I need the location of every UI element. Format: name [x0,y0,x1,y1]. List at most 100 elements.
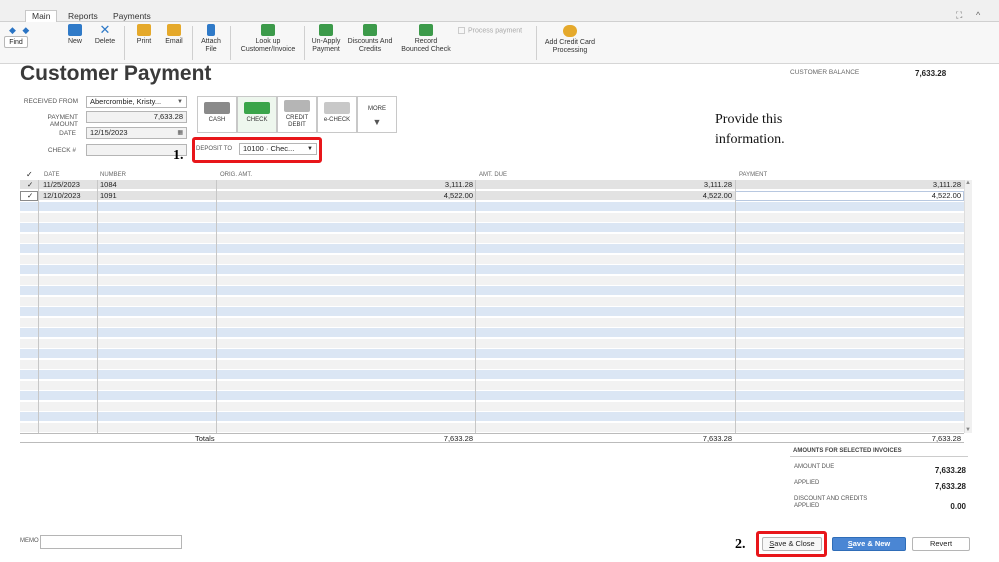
memo-field[interactable] [40,535,182,549]
check-number-field[interactable] [86,144,187,156]
tab-bar: Main Reports Payments ⛶ ^ [0,0,999,22]
new-icon [68,24,82,36]
delete-x-icon: ✕ [99,22,111,37]
tab-reports[interactable]: Reports [62,11,104,22]
empty-table-row[interactable] [20,254,964,265]
empty-table-row[interactable] [20,391,964,401]
payment-method-credit-debit[interactable]: CREDIT DEBIT [277,96,317,133]
highlight-box-save-close [756,531,827,557]
process-payment-checkbox[interactable]: Process payment [458,27,522,34]
echeck-icon [324,102,350,114]
maximize-icon[interactable]: ⛶ [956,10,962,21]
applied-value: 7,633.28 [934,482,966,491]
tab-payments[interactable]: Payments [107,11,157,22]
annotation-number-1: 1. [173,148,184,163]
table-row[interactable]: ✓ 11/25/2023 1084 3,111.28 3,111.28 3,11… [20,180,964,190]
lookup-customer-invoice-button[interactable]: Look up Customer/Invoice [236,24,300,54]
unapply-icon [319,24,333,36]
printer-icon [137,24,151,36]
total-orig-amt: 7,633.28 [443,434,473,443]
chevron-down-icon: ▼ [177,99,183,105]
annotation-note: Provide this information. [715,112,785,147]
applied-label: APPLIED [794,480,820,486]
amount-due-value: 7,633.28 [934,466,966,475]
cash-icon [204,102,230,114]
toolbar-ribbon: ◆ ◆ Find New ✕ Delete Print Email Attach… [0,22,999,64]
amount-due-label: AMOUNT DUE [794,464,835,470]
payment-method-more[interactable]: MORE ▼ [357,96,397,133]
collapse-ribbon-icon[interactable]: ^ [976,10,980,20]
received-from-label: RECEIVED FROM [23,98,78,105]
empty-table-row[interactable] [20,286,964,296]
scroll-up-icon[interactable]: ▲ [965,180,971,186]
empty-table-row[interactable] [20,401,964,412]
empty-table-row[interactable] [20,307,964,317]
payment-method-echeck[interactable]: e-CHECK [317,96,357,133]
empty-table-row[interactable] [20,338,964,349]
payment-method-check[interactable]: CHECK [237,96,277,133]
empty-table-row[interactable] [20,349,964,359]
empty-table-row[interactable] [20,412,964,422]
payment-amount-field[interactable]: 7,633.28 [86,111,187,123]
delete-button[interactable]: ✕ Delete [92,22,118,46]
memo-label: MEMO [20,538,39,544]
discounts-credits-button[interactable]: Discounts And Credits [345,24,395,54]
empty-table-row[interactable] [20,422,964,433]
empty-table-row[interactable] [20,359,964,370]
empty-table-row[interactable] [20,202,964,212]
empty-table-row[interactable] [20,244,964,254]
date-field[interactable]: 12/15/2023 ▦ [86,127,187,139]
scroll-down-icon[interactable]: ▼ [965,427,971,433]
table-row[interactable]: ✓ 12/10/2023 1091 4,522.00 4,522.00 4,52… [20,191,964,201]
print-button[interactable]: Print [133,24,155,46]
add-credit-card-processing-button[interactable]: Add Credit Card Processing [540,25,600,55]
empty-table-row[interactable] [20,380,964,391]
check-icon [244,102,270,114]
record-bounced-check-button[interactable]: Record Bounced Check [398,24,454,54]
prev-next-arrows-icon[interactable]: ◆ ◆ [9,25,31,36]
date-label: DATE [59,130,76,137]
summary-title: AMOUNTS FOR SELECTED INVOICES [793,448,902,454]
empty-table-row[interactable] [20,265,964,275]
totals-row: Totals 7,633.28 7,633.28 7,633.28 [20,433,964,443]
discount-credits-value: 0.00 [950,502,966,511]
highlight-box-deposit [192,137,322,163]
discounts-icon [363,24,377,36]
paperclip-icon [207,24,215,36]
payment-method-cash[interactable]: CASH [197,96,237,133]
invoice-table: ✓ DATE NUMBER ORIG. AMT. AMT. DUE PAYMEN… [20,170,964,433]
table-header: ✓ DATE NUMBER ORIG. AMT. AMT. DUE PAYMEN… [26,170,768,179]
total-amt-due: 7,633.28 [702,434,732,443]
totals-label: Totals [195,434,215,443]
customer-balance-value: 7,633.28 [915,69,947,78]
find-button[interactable]: Find [4,36,28,48]
unapply-payment-button[interactable]: Un-Apply Payment [308,24,344,54]
email-icon [167,24,181,36]
empty-table-row[interactable] [20,370,964,380]
payment-amount-label: PAYMENT AMOUNT [47,114,78,128]
revert-button[interactable]: Revert [912,537,970,551]
total-payment: 7,633.28 [931,434,961,443]
empty-table-row[interactable] [20,212,964,223]
empty-table-row[interactable] [20,233,964,244]
empty-table-row[interactable] [20,223,964,233]
email-button[interactable]: Email [162,24,186,46]
bounced-check-icon [419,24,433,36]
empty-table-row[interactable] [20,317,964,328]
tab-main[interactable]: Main [25,10,58,22]
received-from-select[interactable]: Abercrombie, Kristy... ▼ [86,96,187,108]
page-title: Customer Payment [20,62,212,85]
annotation-number-2: 2. [735,537,746,552]
customer-balance-label: CUSTOMER BALANCE [790,69,860,76]
check-number-label: CHECK # [47,147,76,154]
calendar-icon[interactable]: ▦ [177,128,183,138]
empty-table-row[interactable] [20,328,964,338]
empty-table-row[interactable] [20,296,964,307]
new-button[interactable]: New [64,24,86,46]
empty-table-row[interactable] [20,275,964,286]
save-new-button[interactable]: Save & New [832,537,906,551]
table-scrollbar[interactable]: ▲ ▼ [964,180,972,433]
attach-file-button[interactable]: Attach File [198,24,224,54]
credit-card-icon [563,25,577,37]
chevron-down-icon: ▼ [372,117,382,127]
